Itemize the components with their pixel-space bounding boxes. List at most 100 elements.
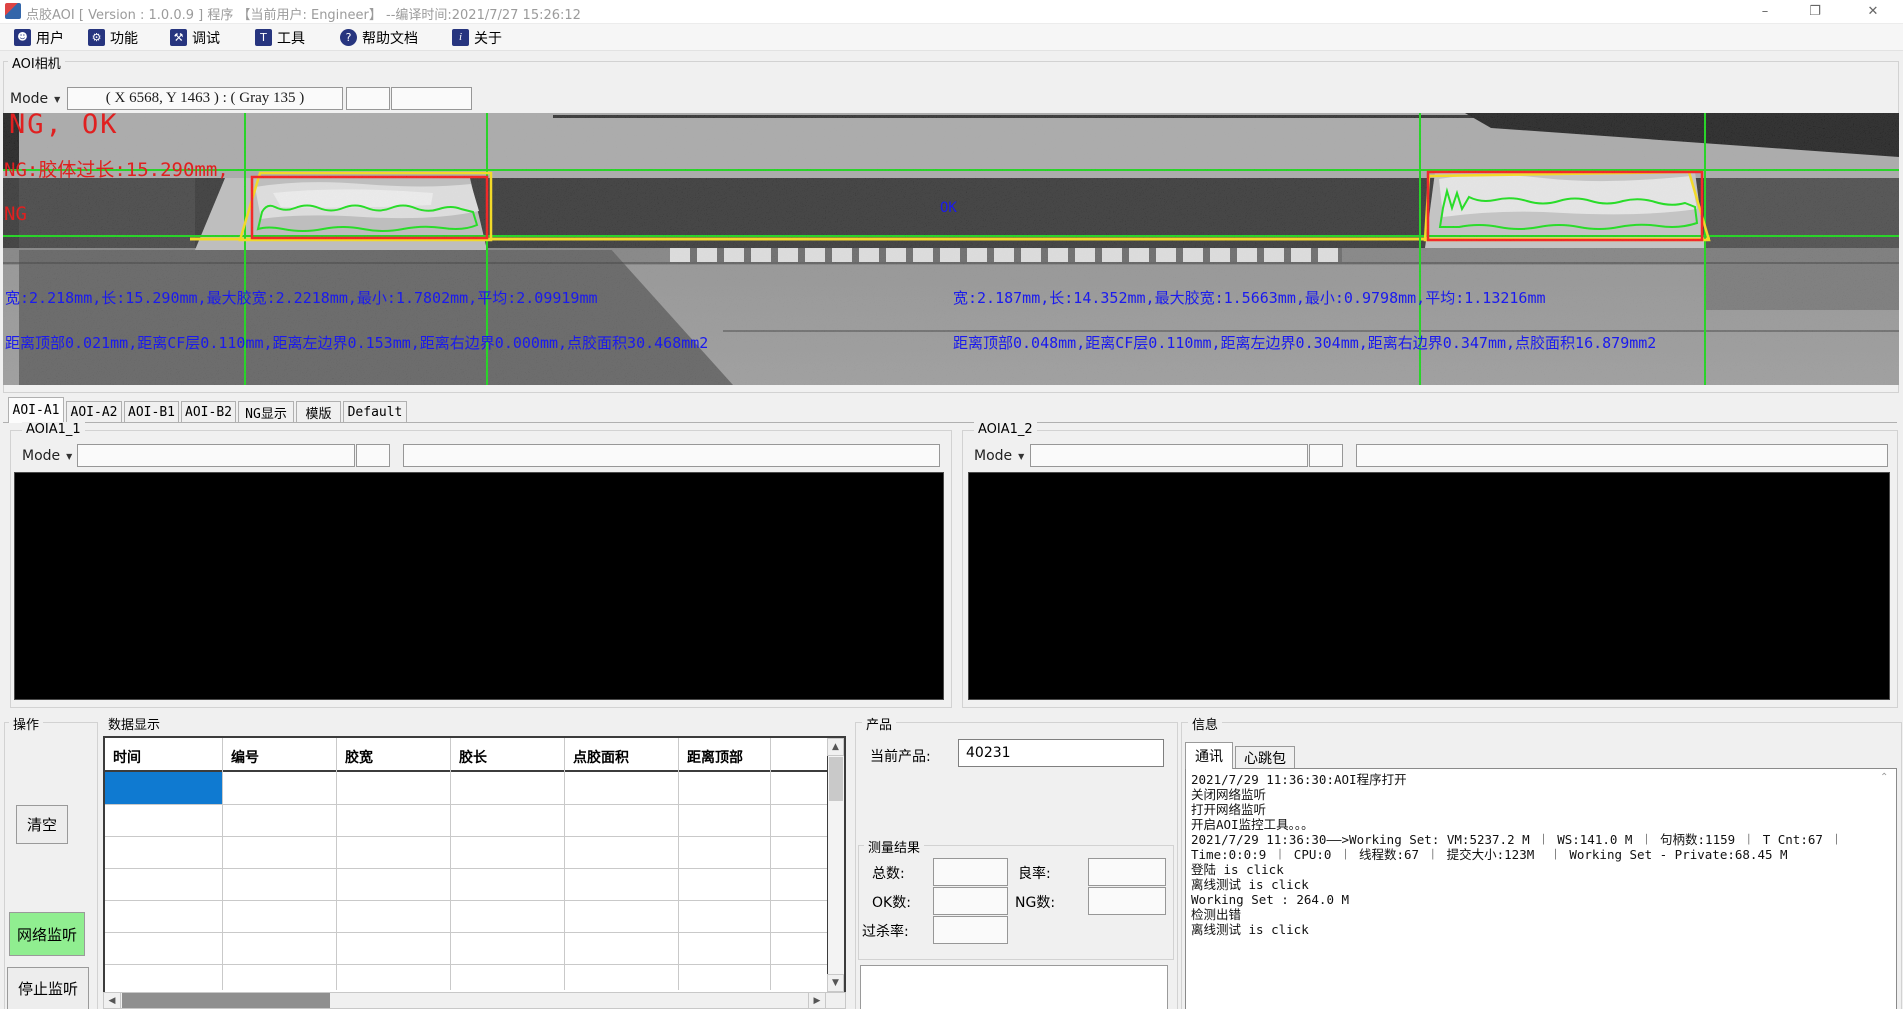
log-line: 2021/7/29 11:36:30:AOI程序打开 bbox=[1191, 772, 1407, 787]
tab-ng-display[interactable]: NG显示 bbox=[238, 401, 294, 423]
measure-right-line2: 距离顶部0.048mm,距离CF层0.110mm,距离左边界0.304mm,距离… bbox=[953, 332, 1656, 353]
column-header-glue-length[interactable]: 胶长 bbox=[459, 747, 487, 767]
overkill-rate-label: 过杀率: bbox=[862, 921, 909, 941]
app-icon bbox=[5, 3, 21, 19]
column-separator bbox=[336, 738, 337, 990]
menu-item-help[interactable]: ? 帮助文档 bbox=[340, 28, 418, 47]
tab-comm[interactable]: 通讯 bbox=[1185, 742, 1233, 769]
info-group-label: 信息 bbox=[1188, 714, 1222, 733]
log-line: Time:0:0:9 ︱ CPU:0 ︱ 线程数:67 ︱ 提交大小:123M … bbox=[1191, 847, 1788, 862]
table-scroll-down-arrow[interactable]: ▼ bbox=[827, 974, 844, 992]
network-listen-button[interactable]: 网络监听 bbox=[9, 912, 85, 956]
chevron-down-icon: ▼ bbox=[1018, 452, 1024, 461]
table-hscrollbar-thumb[interactable] bbox=[122, 993, 330, 1008]
aoia1-1-mode-dropdown[interactable]: Mode▼ bbox=[22, 445, 72, 467]
ng-count-label: NG数: bbox=[1015, 892, 1055, 912]
column-header-glue-width[interactable]: 胶宽 bbox=[345, 747, 373, 767]
camera-field-3 bbox=[391, 87, 472, 110]
stop-listen-button[interactable]: 停止监听 bbox=[7, 967, 89, 1009]
table-scroll-right-arrow[interactable]: ▶ bbox=[808, 992, 826, 1009]
window-title: 点胶AOI [ Version : 1.0.0.9 ] 程序 【当前用户: En… bbox=[26, 4, 581, 23]
chevron-down-icon: ▼ bbox=[54, 95, 60, 104]
total-count-label: 总数: bbox=[872, 863, 905, 883]
camera-mode-dropdown[interactable]: Mode▼ bbox=[10, 88, 60, 110]
ok-flag-text: OK bbox=[940, 200, 957, 216]
ok-count-field bbox=[933, 887, 1008, 915]
tab-aoi-a2[interactable]: AOI-A2 bbox=[66, 401, 122, 423]
row-separator bbox=[105, 868, 827, 869]
measure-left-line2: 距离顶部0.021mm,距离CF层0.110mm,距离左边界0.153mm,距离… bbox=[5, 332, 708, 353]
column-header-glue-area[interactable]: 点胶面积 bbox=[573, 747, 629, 767]
tab-default[interactable]: Default bbox=[343, 401, 407, 423]
table-vscrollbar-thumb[interactable] bbox=[829, 757, 843, 801]
current-product-label: 当前产品: bbox=[870, 746, 931, 766]
aoia1-1-field-3 bbox=[403, 444, 940, 467]
column-separator bbox=[564, 738, 565, 990]
menu-item-debug[interactable]: ⚒ 调试 bbox=[170, 28, 220, 47]
minimize-button[interactable]: – bbox=[1742, 0, 1788, 23]
camera-coords-field: ( X 6568, Y 1463 ) : ( Gray 135 ) bbox=[67, 87, 343, 110]
ng-flag-text: NG bbox=[4, 203, 27, 225]
column-header-top-distance[interactable]: 距离顶部 bbox=[687, 747, 743, 767]
app-window: 点胶AOI [ Version : 1.0.0.9 ] 程序 【当前用户: En… bbox=[0, 0, 1903, 1009]
product-message-box bbox=[860, 965, 1168, 1009]
selected-table-cell[interactable] bbox=[105, 772, 222, 804]
column-separator bbox=[678, 738, 679, 990]
aoia1-2-image-view[interactable] bbox=[968, 472, 1890, 700]
yield-rate-label: 良率: bbox=[1018, 863, 1051, 883]
ng-reason-text: NG:胶体过长:15.290mm, bbox=[4, 155, 229, 182]
tab-aoi-a1[interactable]: AOI-A1 bbox=[8, 397, 64, 423]
table-scroll-left-arrow[interactable]: ◀ bbox=[103, 992, 121, 1009]
measure-result-group-label: 测量结果 bbox=[864, 837, 924, 856]
menu-item-function[interactable]: ⚙ 功能 bbox=[88, 28, 138, 47]
overkill-rate-field bbox=[933, 916, 1008, 944]
yield-rate-field bbox=[1088, 858, 1166, 886]
aoia1-1-image-view[interactable] bbox=[14, 472, 944, 700]
camera-image[interactable]: NG, OK NG:胶体过长:15.290mm, NG OK 宽:2.218mm… bbox=[3, 113, 1899, 385]
column-header-id[interactable]: 编号 bbox=[231, 747, 259, 767]
menu-item-about[interactable]: i 关于 bbox=[452, 28, 502, 47]
tab-aoi-b1[interactable]: AOI-B1 bbox=[124, 401, 179, 423]
column-separator bbox=[450, 738, 451, 990]
operations-group-box bbox=[4, 722, 98, 1009]
log-line: 2021/7/29 11:36:30——>Working Set: VM:523… bbox=[1191, 832, 1843, 847]
table-scroll-up-arrow[interactable]: ▲ bbox=[827, 738, 844, 756]
tab-heartbeat[interactable]: 心跳包 bbox=[1235, 746, 1295, 769]
log-line: 离线测试 is click bbox=[1191, 922, 1309, 937]
aoia1-2-mode-dropdown[interactable]: Mode▼ bbox=[974, 445, 1024, 467]
log-line: 打开网络监听 bbox=[1191, 802, 1266, 817]
maximize-button[interactable]: ❐ bbox=[1792, 0, 1838, 23]
log-line: Working Set : 264.0 M bbox=[1191, 892, 1349, 907]
tab-aoi-b2[interactable]: AOI-B2 bbox=[181, 401, 236, 423]
row-separator bbox=[105, 836, 827, 837]
data-display-group-label: 数据显示 bbox=[104, 714, 164, 733]
tab-template[interactable]: 模版 bbox=[296, 401, 341, 423]
aoia1-1-field-1 bbox=[77, 444, 355, 467]
title-bar: 点胶AOI [ Version : 1.0.0.9 ] 程序 【当前用户: En… bbox=[0, 0, 1903, 24]
menu-item-user[interactable]: ☻ 用户 bbox=[14, 28, 64, 47]
camera-group-label: AOI相机 bbox=[8, 53, 65, 72]
user-icon: ☻ bbox=[14, 29, 31, 46]
ok-count-label: OK数: bbox=[872, 892, 911, 912]
close-button[interactable]: ✕ bbox=[1850, 0, 1896, 23]
menu-item-tools[interactable]: T 工具 bbox=[255, 28, 305, 47]
tool-icon: T bbox=[255, 29, 272, 46]
gear-icon: ⚙ bbox=[88, 29, 105, 46]
column-header-time[interactable]: 时间 bbox=[113, 747, 141, 767]
log-line: 离线测试 is click bbox=[1191, 877, 1309, 892]
current-product-field[interactable]: 40231 bbox=[958, 739, 1164, 767]
result-ng-ok-text: NG, OK bbox=[9, 113, 119, 140]
log-line: 开启AOI监控工具。。。 bbox=[1191, 817, 1314, 832]
row-separator bbox=[105, 964, 827, 965]
wrench-icon: ⚒ bbox=[170, 29, 187, 46]
measure-left-line1: 宽:2.218mm,长:15.290mm,最大胶宽:2.2218mm,最小:1.… bbox=[5, 287, 598, 308]
help-icon: ? bbox=[340, 29, 357, 46]
column-separator bbox=[770, 738, 771, 990]
aoia1-2-field-3 bbox=[1356, 444, 1888, 467]
camera-field-2 bbox=[346, 87, 390, 110]
aoia1-1-group-label: AOIA1_1 bbox=[22, 422, 85, 437]
log-line: 登陆 is click bbox=[1191, 862, 1284, 877]
log-scroll-up-arrow[interactable]: ⌃ bbox=[1880, 772, 1888, 783]
clear-button[interactable]: 清空 bbox=[16, 805, 68, 844]
product-group-label: 产品 bbox=[862, 714, 896, 733]
